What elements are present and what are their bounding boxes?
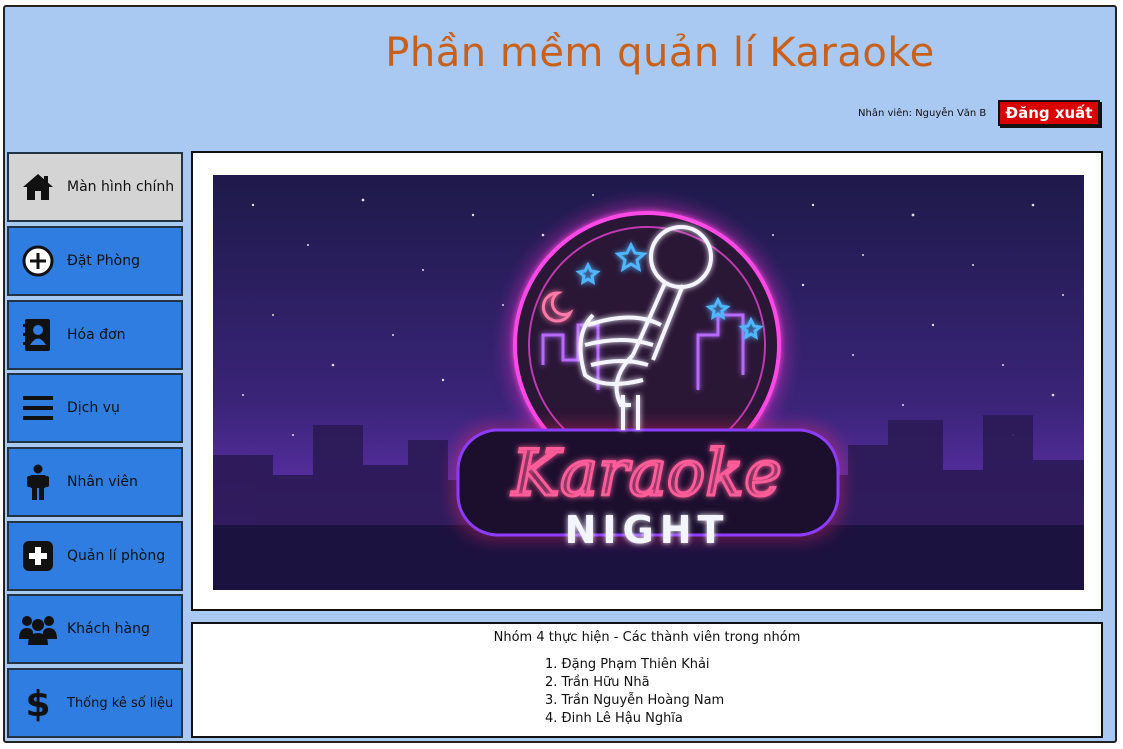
plus-square-icon	[9, 540, 67, 572]
sidebar-item-label: Quản lí phòng	[67, 548, 166, 564]
sidebar-item-label: Hóa đơn	[67, 327, 126, 343]
banner-subtitle: NIGHT	[565, 508, 730, 552]
menu-icon	[9, 394, 67, 422]
sidebar-item-label: Màn hình chính	[67, 179, 175, 195]
team-heading: Nhóm 4 thực hiện - Các thành viên trong …	[493, 630, 801, 645]
logout-button[interactable]: Đăng xuất	[998, 100, 1100, 126]
sidebar-item-label: Thống kê số liệu	[67, 695, 174, 711]
users-icon	[9, 613, 67, 645]
sidebar-item-invoice[interactable]: Hóa đơn	[7, 300, 183, 370]
contact-book-icon	[9, 317, 67, 353]
member-list: 1. Đặng Phạm Thiên Khải 2. Trần Hữu Nhã …	[545, 656, 724, 728]
sidebar-item-staff[interactable]: Nhân viên	[7, 447, 183, 517]
karaoke-banner-image: Karaoke NIGHT	[213, 175, 1084, 590]
sidebar-item-statistics[interactable]: $ Thống kê số liệu	[7, 668, 183, 738]
member-item: 1. Đặng Phạm Thiên Khải	[545, 657, 710, 672]
member-item: 2. Trần Hữu Nhã	[545, 675, 650, 690]
sidebar-item-room-management[interactable]: Quản lí phòng	[7, 521, 183, 591]
info-panel: Nhóm 4 thực hiện - Các thành viên trong …	[191, 622, 1103, 738]
employee-name: Nhân viên: Nguyễn Văn B	[858, 108, 987, 119]
sidebar-item-services[interactable]: Dịch vụ	[7, 373, 183, 443]
dollar-icon: $	[9, 684, 67, 722]
sidebar-item-label: Đặt Phòng	[67, 253, 141, 269]
home-icon	[9, 172, 67, 202]
plus-circle-icon	[9, 244, 67, 278]
app-title: Phần mềm quản lí Karaoke	[385, 30, 935, 76]
sidebar-item-label: Nhân viên	[67, 474, 138, 490]
sidebar-item-home[interactable]: Màn hình chính	[7, 152, 183, 222]
banner-title: Karaoke	[511, 437, 782, 511]
sidebar-item-label: Dịch vụ	[67, 400, 120, 416]
sidebar-item-customers[interactable]: Khách hàng	[7, 594, 183, 664]
person-icon	[9, 464, 67, 500]
svg-text:$: $	[26, 684, 50, 722]
sidebar-item-booking[interactable]: Đặt Phòng	[7, 226, 183, 296]
banner-panel: Karaoke NIGHT	[191, 151, 1103, 611]
member-item: 3. Trần Nguyễn Hoàng Nam	[545, 693, 725, 708]
sidebar-item-label: Khách hàng	[67, 621, 150, 637]
member-item: 4. Đinh Lê Hậu Nghĩa	[545, 711, 683, 726]
